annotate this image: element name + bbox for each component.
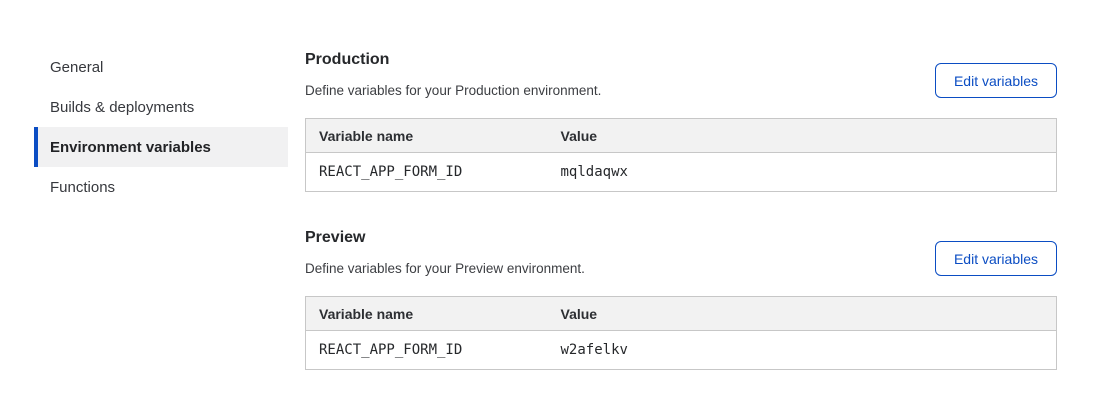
table-header-row: Variable name Value	[306, 297, 1057, 331]
variable-name-cell: REACT_APP_FORM_ID	[306, 331, 548, 370]
production-section: Production Define variables for your Pro…	[305, 51, 1057, 192]
preview-edit-variables-button[interactable]: Edit variables	[935, 241, 1057, 276]
variable-name-cell: REACT_APP_FORM_ID	[306, 153, 548, 192]
table-row: REACT_APP_FORM_ID w2afelkv	[306, 331, 1057, 370]
table-row: REACT_APP_FORM_ID mqldaqwx	[306, 153, 1057, 192]
column-header-variable-name: Variable name	[306, 297, 548, 331]
column-header-value: Value	[548, 119, 1057, 153]
sidebar-item-environment-variables[interactable]: Environment variables	[34, 127, 288, 167]
variable-value-cell: w2afelkv	[548, 331, 1057, 370]
sidebar-item-label: Builds & deployments	[50, 99, 194, 116]
settings-sidebar: General Builds & deployments Environment…	[34, 47, 288, 207]
production-edit-variables-button[interactable]: Edit variables	[935, 63, 1057, 98]
column-header-variable-name: Variable name	[306, 119, 548, 153]
sidebar-item-label: Functions	[50, 179, 115, 196]
table-header-row: Variable name Value	[306, 119, 1057, 153]
sidebar-item-general[interactable]: General	[34, 47, 288, 87]
sidebar-item-label: General	[50, 59, 103, 76]
sidebar-item-label: Environment variables	[50, 139, 211, 156]
production-variables-table: Variable name Value REACT_APP_FORM_ID mq…	[305, 118, 1057, 192]
preview-variables-table: Variable name Value REACT_APP_FORM_ID w2…	[305, 296, 1057, 370]
column-header-value: Value	[548, 297, 1057, 331]
sidebar-item-functions[interactable]: Functions	[34, 167, 288, 207]
sidebar-item-builds-deployments[interactable]: Builds & deployments	[34, 87, 288, 127]
settings-page: General Builds & deployments Environment…	[0, 0, 1100, 420]
variable-value-cell: mqldaqwx	[548, 153, 1057, 192]
preview-section: Preview Define variables for your Previe…	[305, 229, 1057, 370]
